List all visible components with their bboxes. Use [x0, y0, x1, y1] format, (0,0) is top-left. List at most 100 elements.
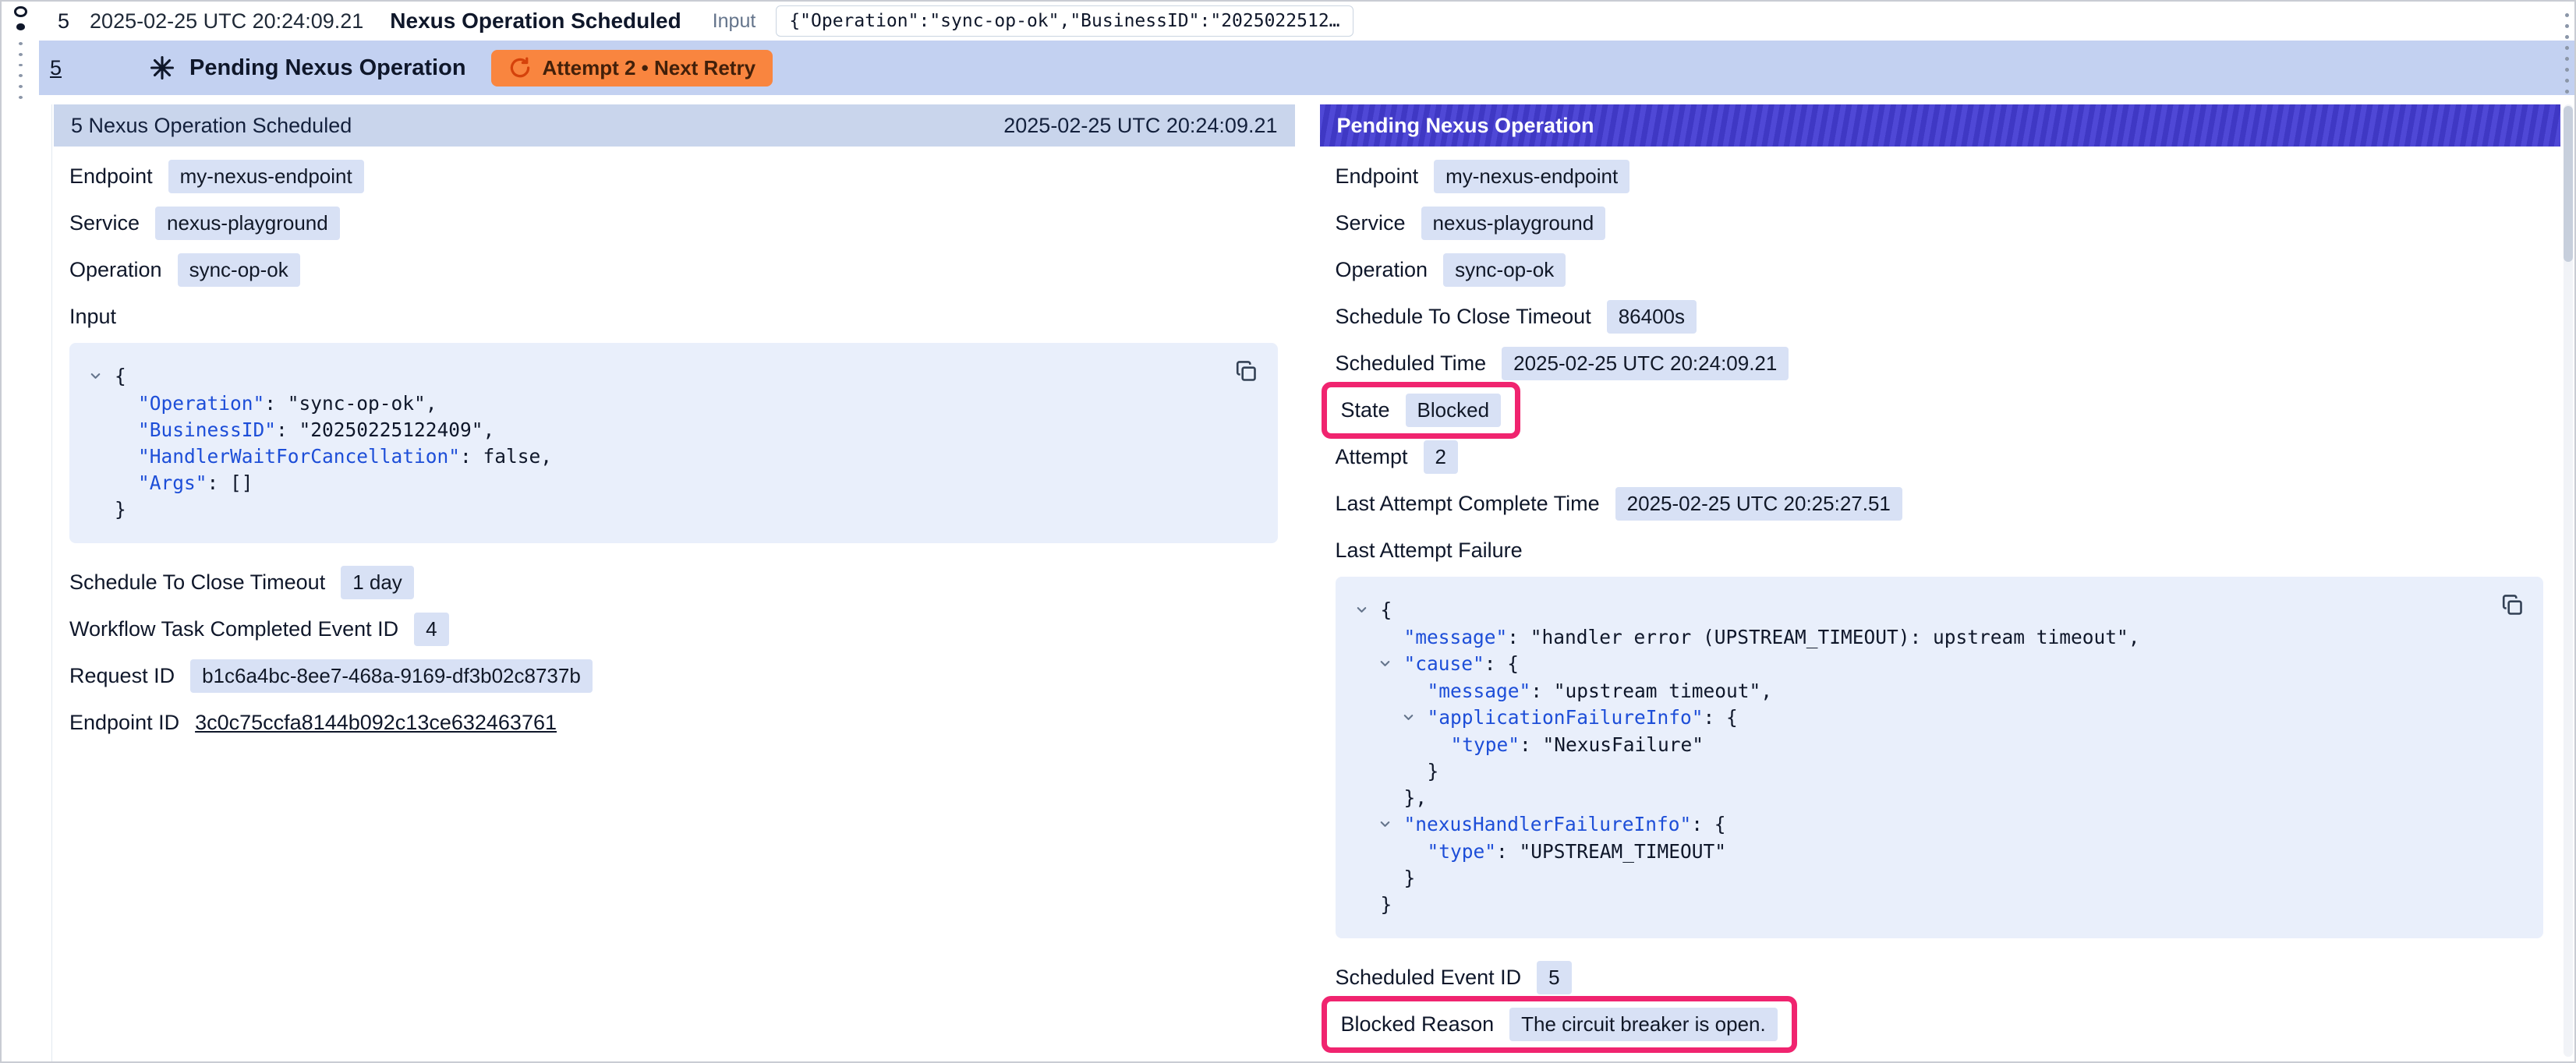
json-token: : — [276, 418, 299, 441]
field-value-chip: Blocked — [1406, 394, 1502, 427]
json-token: false — [483, 445, 541, 468]
json-token: "upstream timeout" — [1554, 680, 1761, 702]
field-value-chip: nexus-playground — [155, 207, 340, 240]
json-line: "type": "UPSTREAM_TIMEOUT" — [1354, 839, 2489, 865]
field-row: Operationsync-op-ok — [1329, 246, 2561, 293]
json-token: : — [1704, 706, 1727, 729]
json-token: "Operation" — [138, 392, 264, 415]
json-token: "type" — [1428, 840, 1497, 863]
field-value-chip: 4 — [414, 613, 448, 646]
json-token: { — [1714, 813, 1726, 835]
json-token: { — [1726, 706, 1738, 729]
json-token: { — [115, 365, 126, 387]
left-panel-body: Endpointmy-nexus-endpointServicenexus-pl… — [54, 147, 1295, 746]
field-value-chip: The circuit breaker is open. — [1509, 1008, 1778, 1041]
json-token: : — [264, 392, 288, 415]
json-viewer: { "Operation": "sync-op-ok","BusinessID":… — [69, 343, 1278, 543]
scrollbar-thumb[interactable] — [2564, 106, 2573, 262]
json-token: "message" — [1404, 626, 1508, 648]
timeline-dot — [19, 42, 23, 45]
field-label: Service — [1336, 211, 1406, 235]
field-label: State — [1341, 398, 1390, 422]
field-value-chip: sync-op-ok — [1443, 253, 1566, 287]
copy-button[interactable] — [2496, 589, 2528, 620]
json-token: } — [1428, 760, 1439, 782]
json-line: "Args": [] — [88, 470, 1223, 496]
field-value-chip: sync-op-ok — [178, 253, 300, 287]
field-row: Servicenexus-playground — [63, 200, 1295, 246]
chevron-down-icon[interactable] — [1378, 812, 1404, 839]
field-value-chip: 1 day — [341, 566, 414, 599]
field-value-link[interactable]: 3c0c75ccfa8144b092c13ce632463761 — [195, 711, 557, 735]
json-token: "message" — [1428, 680, 1531, 702]
field-value-chip: my-nexus-endpoint — [1434, 160, 1629, 193]
json-token: { — [1381, 599, 1392, 621]
json-token: : — [1496, 840, 1520, 863]
event-row-pending-nexus-operation[interactable]: 5 Pending Nexus Operation Attempt 2 • Ne… — [39, 41, 2574, 95]
field-row: Endpoint ID3c0c75ccfa8144b092c13ce632463… — [63, 699, 1295, 746]
timeline-dot — [19, 85, 23, 88]
field-value-chip: 2025-02-25 UTC 20:25:27.51 — [1615, 487, 1902, 521]
json-token: "NexusFailure" — [1543, 733, 1704, 756]
timeline-current-event-icon[interactable] — [14, 6, 27, 17]
json-token: : — [460, 445, 483, 468]
json-line: "message": "upstream timeout", — [1354, 678, 2489, 705]
field-row: Scheduled Event ID5 — [1329, 954, 2561, 1001]
field-label: Schedule To Close Timeout — [1336, 305, 1591, 329]
field-row: Attempt2 — [1329, 433, 2561, 480]
timeline-dot — [19, 64, 23, 67]
field-label: Workflow Task Completed Event ID — [69, 617, 398, 641]
json-line: "applicationFailureInfo": { — [1354, 705, 2489, 732]
field-label: Endpoint — [69, 164, 153, 189]
field-value-chip: 5 — [1537, 961, 1571, 994]
chevron-down-icon[interactable] — [1378, 652, 1404, 678]
field-label: Attempt — [1336, 445, 1408, 469]
annotation-highlight: State Blocked — [1322, 382, 1521, 439]
json-token: "type" — [1451, 733, 1520, 756]
json-line: "Operation": "sync-op-ok", — [88, 390, 1223, 417]
json-token: }, — [1404, 786, 1428, 809]
panel-nexus-operation-scheduled: 5 Nexus Operation Scheduled 2025-02-25 U… — [54, 104, 1295, 1061]
json-token: { — [1507, 652, 1519, 675]
json-line: }, — [1354, 785, 2489, 811]
timeline-dot — [19, 53, 23, 56]
vertical-scrollbar[interactable] — [2564, 104, 2573, 1057]
field-label: Scheduled Time — [1336, 351, 1487, 376]
json-line: "nexusHandlerFailureInfo": { — [1354, 811, 2489, 839]
json-line: { — [88, 363, 1223, 390]
json-token: } — [1381, 893, 1392, 916]
json-line: "BusinessID": "20250225122409", — [88, 417, 1223, 443]
retry-badge-label: Attempt 2 • Next Retry — [543, 56, 756, 80]
json-token: : — [207, 471, 231, 494]
json-token: : — [1484, 652, 1508, 675]
retry-icon — [508, 56, 532, 79]
field-label: Endpoint — [1336, 164, 1419, 189]
json-token: "nexusHandlerFailureInfo" — [1404, 813, 1692, 835]
event-id-link[interactable]: 5 — [50, 56, 62, 80]
event-row-nexus-operation-scheduled[interactable]: 5 2025-02-25 UTC 20:24:09.21 Nexus Opera… — [39, 2, 2556, 41]
timeline-dot — [19, 74, 23, 77]
field-row: Servicenexus-playground — [1329, 200, 2561, 246]
field-label: Operation — [69, 258, 162, 282]
json-token: : — [1520, 733, 1543, 756]
event-id: 5 — [58, 9, 69, 34]
json-token: , — [426, 392, 437, 415]
json-line: "type": "NexusFailure" — [1354, 732, 2489, 758]
list-scrollbar-dots — [2565, 9, 2569, 97]
chevron-down-icon[interactable] — [1401, 705, 1428, 732]
field-label: Request ID — [69, 664, 175, 688]
event-timestamp: 2025-02-25 UTC 20:24:09.21 — [90, 9, 363, 34]
field-row: Last Attempt Failure — [1329, 527, 2561, 574]
json-token: "Args" — [138, 471, 207, 494]
pending-event-title: Pending Nexus Operation — [189, 55, 466, 81]
chevron-down-icon[interactable] — [88, 364, 115, 390]
field-row: Schedule To Close Timeout1 day — [63, 559, 1295, 606]
field-row: Workflow Task Completed Event ID 4 — [63, 606, 1295, 652]
copy-button[interactable] — [1231, 355, 1262, 387]
json-token: : — [1507, 626, 1530, 648]
json-line: } — [88, 496, 1223, 523]
chevron-down-icon[interactable] — [1354, 598, 1381, 624]
timeline-node-icon[interactable] — [16, 23, 25, 30]
field-row: Scheduled Time2025-02-25 UTC 20:24:09.21 — [1329, 340, 2561, 387]
field-row: Operation sync-op-ok — [63, 246, 1295, 293]
